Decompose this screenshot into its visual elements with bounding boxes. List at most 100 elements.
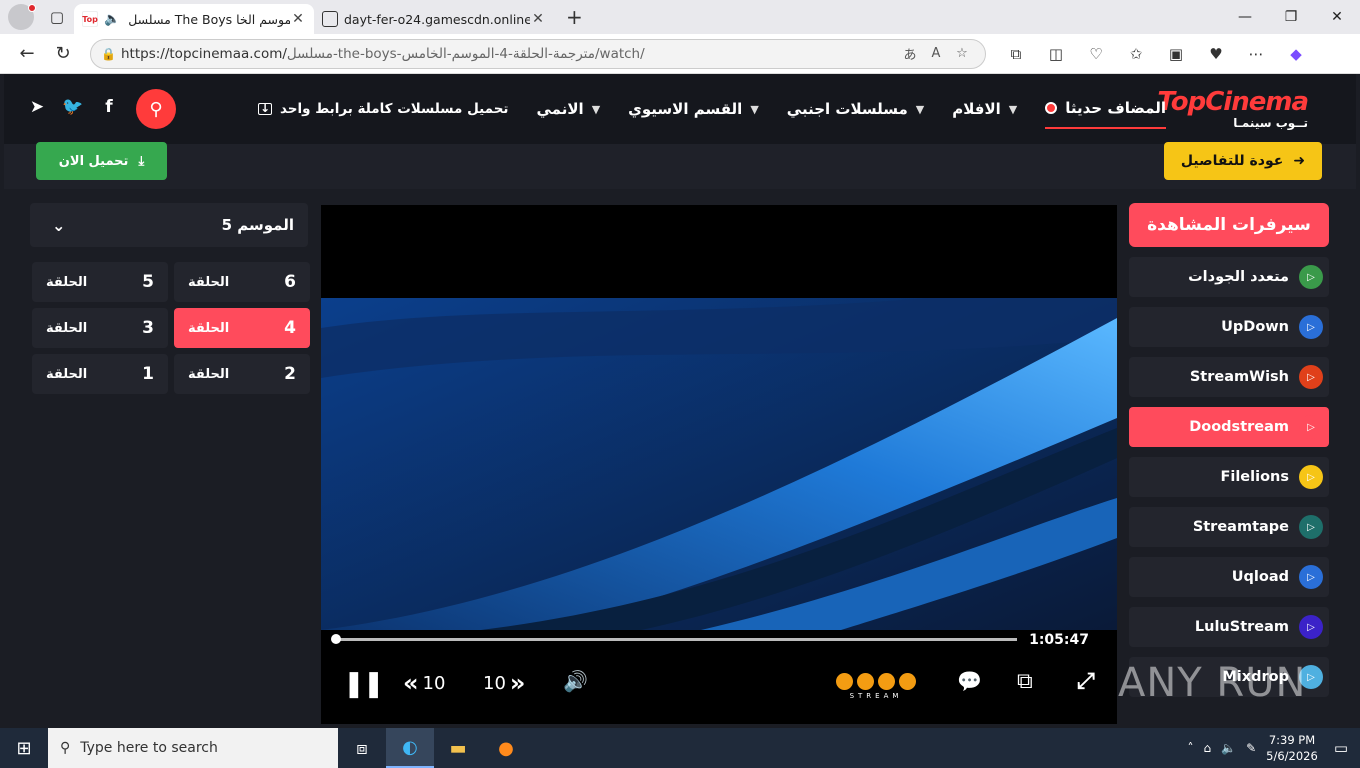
window-controls: — ❐ ✕: [1222, 0, 1360, 34]
more-menu-icon[interactable]: ⋯: [1236, 45, 1276, 63]
play-icon: ▷: [1299, 415, 1323, 439]
firefox-icon[interactable]: ●: [482, 728, 530, 768]
episode-3[interactable]: 3 الحلقة: [32, 308, 168, 348]
servers-title: سيرفرات المشاهدة: [1129, 203, 1329, 247]
server-streamtape[interactable]: Streamtape ▷: [1129, 507, 1329, 547]
server-label: UpDown: [1221, 319, 1289, 335]
season-selector[interactable]: ⌄ الموسم 5: [30, 203, 308, 247]
episode-word: الحلقة: [46, 366, 88, 382]
profile-avatar[interactable]: [8, 4, 36, 30]
nav-anime[interactable]: الانمي ▼: [537, 89, 601, 129]
play-icon: ▷: [1299, 565, 1323, 589]
server-multi-quality[interactable]: متعدد الجودات ▷: [1129, 257, 1329, 297]
nav-full-series-download[interactable]: ↓ تحميل مسلسلات كاملة برابط واحد: [257, 89, 509, 129]
live-dot-icon: [1045, 102, 1058, 114]
captions-icon: 💬: [957, 669, 982, 693]
server-updown[interactable]: UpDown ▷: [1129, 307, 1329, 347]
edge-taskbar-icon[interactable]: ◐: [386, 728, 434, 768]
read-aloud-icon[interactable]: A: [923, 46, 949, 61]
search-icon: ⚲: [60, 740, 71, 756]
server-lulustream[interactable]: LuluStream ▷: [1129, 607, 1329, 647]
close-tab-icon[interactable]: ✕: [530, 11, 546, 27]
taskbar-search[interactable]: ⚲ Type here to search: [48, 728, 338, 768]
server-label: StreamWish: [1189, 369, 1289, 385]
forward-icon: »: [509, 669, 526, 697]
download-now-button[interactable]: تحميل الان ⤓: [36, 142, 167, 180]
search-button[interactable]: ⚲: [136, 89, 176, 129]
translate-icon[interactable]: あ: [897, 44, 923, 63]
server-filelions[interactable]: Filelions ▷: [1129, 457, 1329, 497]
telegram-icon[interactable]: ➤: [26, 97, 48, 117]
minimize-icon[interactable]: —: [1222, 0, 1268, 34]
forward-button[interactable]: 10»: [483, 669, 525, 697]
nav-label: تحميل مسلسلات كاملة برابط واحد: [279, 101, 509, 117]
back-arrow-icon[interactable]: ←: [10, 37, 44, 71]
video-player[interactable]: 1:05:47 ❚❚ «10 10» 🔊 STREAM 💬 ⧉ ⤢: [321, 205, 1117, 724]
nav-label: القسم الاسيوي: [628, 100, 743, 118]
download-folder-icon: ↓: [257, 101, 272, 115]
seek-handle[interactable]: [331, 634, 341, 644]
favorites-icon[interactable]: ✩: [1116, 45, 1156, 63]
back-to-details-button[interactable]: عودة للتفاصيل ➜: [1164, 142, 1322, 180]
seek-bar[interactable]: [331, 634, 1017, 644]
task-view-icon[interactable]: ⧈: [338, 728, 386, 768]
episode-6[interactable]: 6 الحلقة: [174, 262, 310, 302]
forward-seconds: 10: [483, 672, 506, 694]
tab-gamescdn[interactable]: dayt-fer-o24.gamescdn.online ✕: [314, 4, 554, 34]
episode-1[interactable]: 1 الحلقة: [32, 354, 168, 394]
refresh-icon[interactable]: ↻: [46, 37, 80, 71]
browser-essentials-icon[interactable]: ♥: [1196, 45, 1236, 63]
volume-tray-icon[interactable]: 🔈: [1221, 741, 1236, 755]
arrow-right-icon: ➜: [1293, 153, 1306, 169]
audio-icon[interactable]: 🔈: [104, 12, 120, 27]
captions-button[interactable]: 💬: [957, 669, 982, 693]
nav-foreign-series[interactable]: مسلسلات اجنبي ▼: [787, 89, 924, 129]
restore-icon[interactable]: ❐: [1268, 0, 1314, 34]
start-button[interactable]: ⊞: [0, 728, 48, 768]
video-frame[interactable]: [321, 298, 1117, 630]
chevron-down-icon: ⌄: [52, 215, 66, 235]
server-streamwish[interactable]: StreamWish ▷: [1129, 357, 1329, 397]
search-icon: ⚲: [149, 98, 163, 120]
new-tab-icon[interactable]: +: [566, 5, 583, 29]
performance-icon[interactable]: ♡: [1076, 45, 1116, 63]
rewind-button[interactable]: «10: [403, 669, 445, 697]
file-explorer-icon[interactable]: ▬: [434, 728, 482, 768]
copilot-icon[interactable]: ◆: [1276, 45, 1316, 63]
lock-icon[interactable]: 🔒: [101, 47, 121, 61]
close-window-icon[interactable]: ✕: [1314, 0, 1360, 34]
episode-grid: 6 الحلقة 5 الحلقة 4 الحلقة 3 الحلقة 2 الحلقة …: [30, 262, 310, 394]
episode-number: 4: [284, 318, 296, 338]
server-uqload[interactable]: Uqload ▷: [1129, 557, 1329, 597]
show-hidden-icon[interactable]: ˄: [1188, 741, 1194, 755]
notifications-icon[interactable]: ▭: [1334, 739, 1348, 757]
nav-asian[interactable]: القسم الاسيوي ▼: [628, 89, 759, 129]
episode-2[interactable]: 2 الحلقة: [174, 354, 310, 394]
nav-recently-added[interactable]: المضاف حديثا: [1045, 89, 1166, 129]
split-screen-icon[interactable]: ◫: [1036, 45, 1076, 63]
server-doodstream[interactable]: Doodstream ▷: [1129, 407, 1329, 447]
twitter-icon[interactable]: 🐦: [62, 97, 84, 117]
url-field[interactable]: 🔒 https://topcinemaa.com/مسلسل-the-boys-…: [90, 38, 986, 69]
network-icon[interactable]: ⌂: [1204, 741, 1212, 755]
tab-actions-icon[interactable]: ▢: [44, 4, 70, 30]
collections-icon[interactable]: ▣: [1156, 45, 1196, 63]
episode-4[interactable]: 4 الحلقة: [174, 308, 310, 348]
favorite-star-icon[interactable]: ☆: [949, 46, 975, 61]
close-tab-icon[interactable]: ✕: [290, 11, 306, 27]
episode-5[interactable]: 5 الحلقة: [32, 262, 168, 302]
clock[interactable]: 7:39 PM 5/6/2026: [1266, 732, 1318, 764]
nav-movies[interactable]: الافلام ▼: [952, 89, 1017, 129]
facebook-icon[interactable]: f: [98, 97, 120, 117]
site-logo[interactable]: TopCinema تــوب سينمـا: [1157, 88, 1309, 130]
windows-logo-icon: ⊞: [16, 737, 32, 759]
tab-topcinema[interactable]: Top 🔈 مسلسل The Boys الموسم الخا ✕: [74, 4, 314, 34]
ime-icon[interactable]: ✎: [1246, 741, 1256, 755]
fullscreen-button[interactable]: ⤢: [1077, 669, 1095, 694]
extensions-icon[interactable]: ⧉: [996, 45, 1036, 63]
pause-button[interactable]: ❚❚: [343, 669, 385, 699]
play-icon: ▷: [1299, 515, 1323, 539]
download-icon: ⤓: [138, 153, 145, 169]
pip-button[interactable]: ⧉: [1017, 669, 1033, 694]
volume-button[interactable]: 🔊: [563, 669, 588, 693]
